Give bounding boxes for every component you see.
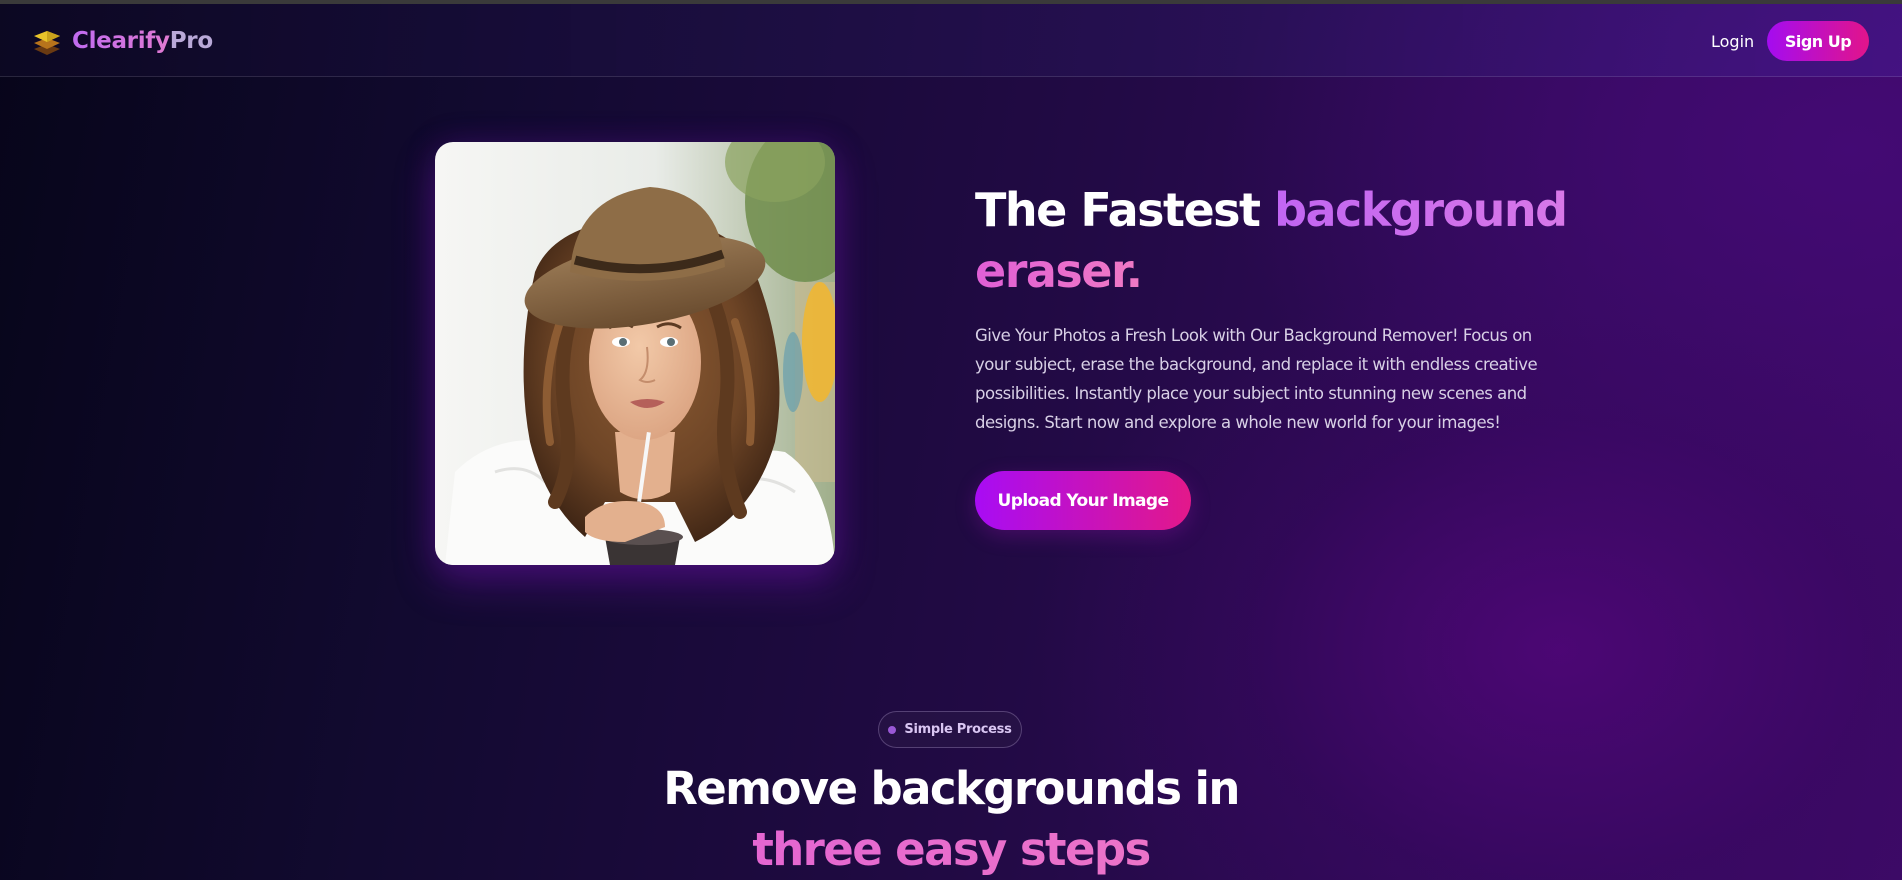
process-section-title: Remove backgrounds in three easy steps <box>551 758 1351 880</box>
site-header: ClearifyPro Login Sign Up <box>0 4 1902 77</box>
hero-title-highlight-background: background <box>1274 183 1568 237</box>
process-title-line1: Remove backgrounds in <box>663 762 1240 815</box>
hero-title: The Fastest background eraser. <box>975 180 1595 302</box>
brand-name-part1: Clearify <box>72 28 170 54</box>
woman-with-hat-photo <box>435 142 835 565</box>
hero-title-highlight-eraser: eraser. <box>975 244 1143 298</box>
hero-photo <box>435 142 835 565</box>
hero-description: Give Your Photos a Fresh Look with Our B… <box>975 326 1538 432</box>
badge-label: Simple Process <box>904 722 1012 737</box>
hero-title-white: The Fastest <box>975 183 1275 237</box>
brand-name-part2: Pro <box>169 28 213 54</box>
process-title-line2: three easy steps <box>551 819 1351 880</box>
login-link[interactable]: Login <box>1711 32 1754 51</box>
brand-logo[interactable]: ClearifyPro <box>32 24 213 58</box>
brand-name: ClearifyPro <box>72 28 213 54</box>
upload-image-button[interactable]: Upload Your Image <box>975 471 1191 530</box>
layers-logo-icon <box>34 31 60 55</box>
simple-process-badge: Simple Process <box>878 711 1022 748</box>
badge-dot-icon <box>888 725 897 734</box>
signup-button[interactable]: Sign Up <box>1767 21 1869 61</box>
